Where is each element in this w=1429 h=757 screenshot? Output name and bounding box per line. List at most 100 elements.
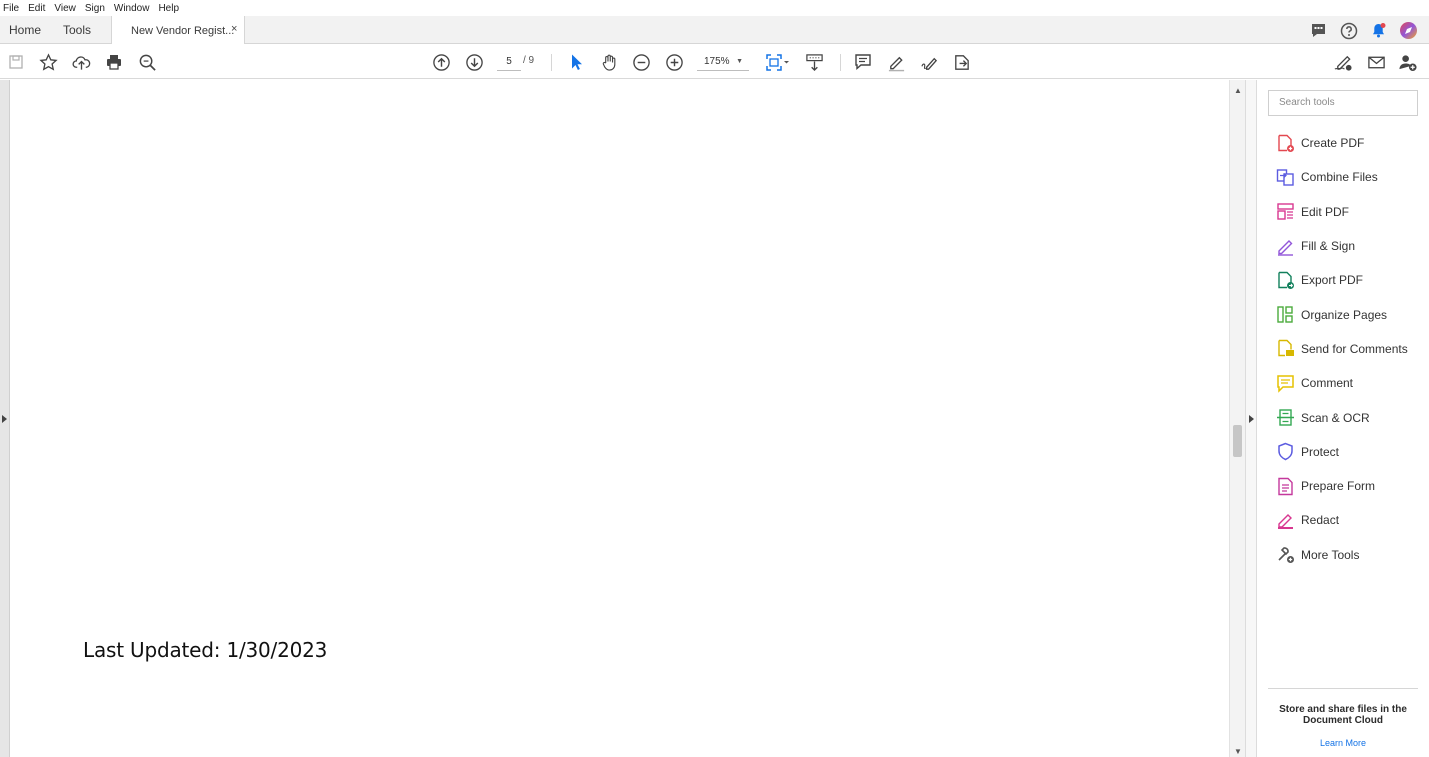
pane-splitter[interactable]	[1245, 80, 1257, 757]
menu-view[interactable]: View	[50, 3, 81, 14]
fill-sign-icon	[1276, 237, 1295, 256]
scan-ocr-icon	[1276, 408, 1295, 427]
page-fit-icon[interactable]	[765, 51, 791, 73]
sign-document-icon[interactable]	[1332, 51, 1354, 73]
menu-file[interactable]: File	[0, 3, 24, 14]
tool-label: Combine Files	[1301, 170, 1378, 185]
tool-combine-files[interactable]: Combine Files	[1276, 160, 1408, 194]
organize-pages-icon	[1276, 305, 1295, 324]
page-total: / 9	[523, 55, 535, 66]
tool-edit-pdf[interactable]: Edit PDF	[1276, 195, 1408, 229]
tab-bar: Home Tools New Vendor Regist... ×	[0, 16, 1429, 45]
tab-tools[interactable]: Tools	[63, 16, 91, 44]
learn-more-link[interactable]: Learn More	[1268, 738, 1418, 748]
scroll-up-icon[interactable]: ▲	[1234, 86, 1242, 95]
zoom-level-value: 175%	[704, 56, 730, 67]
notification-bell-icon[interactable]	[1368, 20, 1389, 41]
protect-icon	[1276, 442, 1295, 461]
tab-document-label: New Vendor Regist...	[131, 24, 235, 37]
email-icon[interactable]	[1365, 51, 1387, 73]
tab-home[interactable]: Home	[9, 16, 41, 44]
select-cursor-icon[interactable]	[565, 51, 587, 73]
redact-icon	[1276, 511, 1295, 530]
tool-label: Protect	[1301, 444, 1340, 459]
tool-fill-sign[interactable]: Fill & Sign	[1276, 229, 1408, 263]
comment-icon	[1276, 374, 1295, 393]
expand-left-pane-icon[interactable]	[2, 415, 7, 423]
scrollbar-thumb[interactable]	[1233, 425, 1242, 457]
tool-label: Organize Pages	[1301, 307, 1388, 322]
help-icon[interactable]	[1338, 20, 1359, 41]
find-zoom-icon[interactable]	[136, 51, 158, 73]
tool-label: Send for Comments	[1301, 341, 1408, 356]
tools-list: Create PDF Combine Files Edit PDF Fill &…	[1276, 126, 1408, 572]
document-cloud-promo: Store and share files in the Document Cl…	[1268, 688, 1418, 748]
tool-export-pdf[interactable]: Export PDF	[1276, 263, 1408, 297]
highlight-pen-icon[interactable]	[885, 51, 907, 73]
prepare-form-icon	[1276, 477, 1295, 496]
tool-create-pdf[interactable]: Create PDF	[1276, 126, 1408, 160]
vertical-scrollbar[interactable]: ▲ ▼	[1229, 80, 1245, 757]
tool-send-for-comments[interactable]: Send for Comments	[1276, 332, 1408, 366]
print-icon[interactable]	[103, 51, 125, 73]
menu-window[interactable]: Window	[110, 3, 155, 14]
zoom-level-select[interactable]: 175% ▼	[697, 53, 749, 71]
tool-label: Create PDF	[1301, 136, 1365, 151]
send-for-comments-icon	[1276, 339, 1295, 358]
tool-redact[interactable]: Redact	[1276, 503, 1408, 537]
save-icon[interactable]	[5, 51, 27, 73]
add-comment-icon[interactable]	[852, 51, 874, 73]
tool-protect[interactable]: Protect	[1276, 435, 1408, 469]
main-toolbar: 5 / 9 175% ▼	[0, 44, 1429, 79]
export-pdf-icon	[1276, 271, 1295, 290]
create-pdf-icon	[1276, 134, 1295, 153]
combine-files-icon	[1276, 168, 1295, 187]
menu-sign[interactable]: Sign	[81, 3, 110, 14]
edit-pdf-icon	[1276, 202, 1295, 221]
chevron-down-icon: ▼	[736, 58, 743, 65]
tool-scan-ocr[interactable]: Scan & OCR	[1276, 400, 1408, 434]
document-viewer[interactable]: Last Updated: 1/30/2023	[0, 80, 1230, 757]
ai-assistant-icon[interactable]	[1398, 20, 1419, 41]
next-page-icon[interactable]	[463, 51, 485, 73]
add-user-icon[interactable]	[1397, 51, 1419, 73]
tool-more-tools[interactable]: More Tools	[1276, 538, 1408, 572]
tool-label: Fill & Sign	[1301, 239, 1356, 254]
hand-tool-icon[interactable]	[598, 51, 620, 73]
left-nav-pane-collapsed[interactable]	[0, 80, 10, 757]
chat-icon[interactable]	[1308, 20, 1329, 41]
tool-label: Export PDF	[1301, 273, 1364, 288]
tool-prepare-form[interactable]: Prepare Form	[1276, 469, 1408, 503]
tool-label: Prepare Form	[1301, 479, 1376, 494]
tool-label: More Tools	[1301, 547, 1360, 562]
tool-label: Scan & OCR	[1301, 410, 1370, 425]
tool-label: Comment	[1301, 376, 1354, 391]
tools-pane: Search tools Create PDF Combine Files Ed…	[1258, 80, 1429, 757]
search-tools-input[interactable]: Search tools	[1268, 90, 1418, 116]
last-updated-text: Last Updated: 1/30/2023	[83, 638, 328, 662]
scroll-down-icon[interactable]: ▼	[1234, 747, 1242, 756]
cloud-promo-text: Store and share files in the Document Cl…	[1279, 704, 1407, 726]
toolbar-separator	[840, 54, 841, 71]
page-number-input[interactable]: 5	[497, 53, 521, 71]
zoom-out-icon[interactable]	[630, 51, 652, 73]
previous-page-icon[interactable]	[430, 51, 452, 73]
toolbar-separator	[551, 54, 552, 71]
bookmark-star-icon[interactable]	[37, 51, 59, 73]
tool-label: Edit PDF	[1301, 204, 1350, 219]
cloud-upload-icon[interactable]	[70, 51, 92, 73]
scrolling-mode-icon[interactable]	[803, 51, 825, 73]
menu-help[interactable]: Help	[154, 3, 184, 14]
tool-organize-pages[interactable]: Organize Pages	[1276, 297, 1408, 331]
zoom-in-icon[interactable]	[663, 51, 685, 73]
menu-edit[interactable]: Edit	[24, 3, 50, 14]
menu-bar: File Edit View Sign Window Help	[0, 0, 1429, 16]
tool-comment[interactable]: Comment	[1276, 366, 1408, 400]
tab-document[interactable]: New Vendor Regist... ×	[111, 16, 245, 45]
collapse-right-pane-icon[interactable]	[1249, 415, 1254, 423]
close-tab-icon[interactable]: ×	[231, 23, 237, 35]
share-send-icon[interactable]	[950, 51, 972, 73]
sign-pen-icon[interactable]	[918, 51, 940, 73]
tool-label: Redact	[1301, 513, 1340, 528]
more-tools-icon	[1276, 545, 1295, 564]
